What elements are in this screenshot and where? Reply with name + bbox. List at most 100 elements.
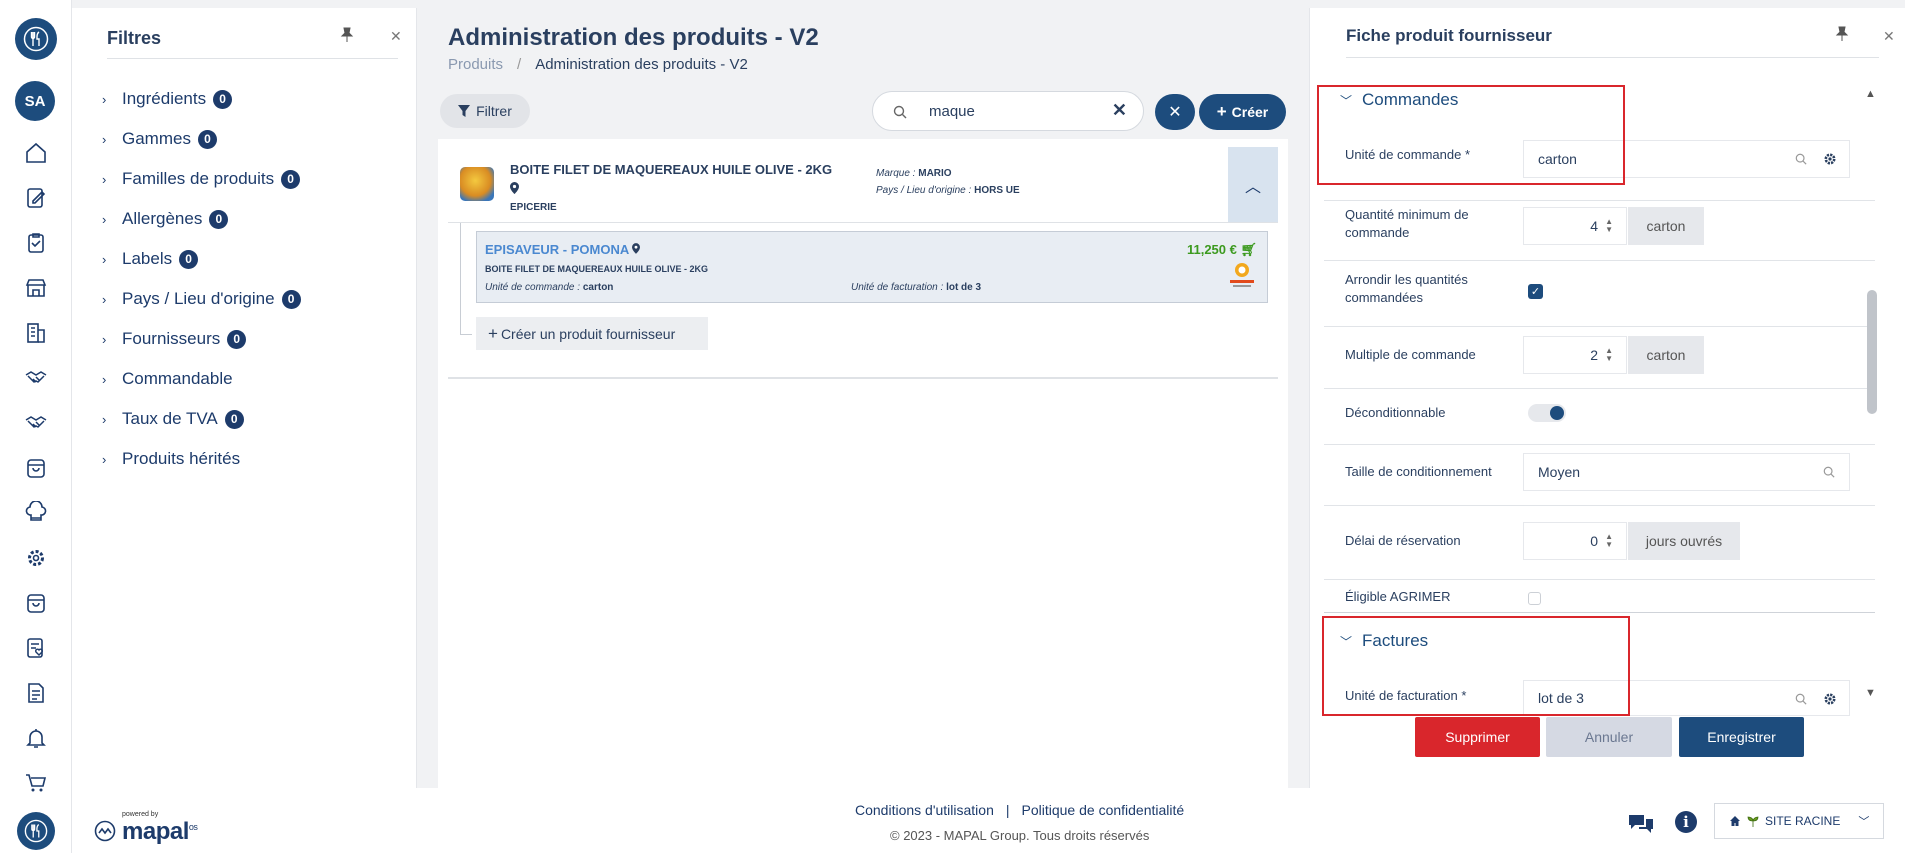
clear-search-icon[interactable]: ✕ [1112, 100, 1127, 121]
count-badge: 0 [224, 409, 244, 429]
fork-knife-icon [23, 26, 49, 52]
billing-unit-info: Unité de facturation : lot de 3 [851, 282, 982, 293]
create-button[interactable]: + Créer [1199, 94, 1286, 130]
search-box[interactable]: maque ✕ [872, 91, 1144, 131]
gear-icon[interactable] [1823, 692, 1837, 706]
divider [1324, 505, 1875, 506]
filter-item[interactable]: › Taux de TVA 0 [102, 409, 244, 429]
pack-size-field[interactable]: Moyen [1523, 453, 1850, 491]
privacy-link[interactable]: Politique de confidentialité [1022, 802, 1185, 818]
check-icon: ✓ [1530, 286, 1541, 298]
handshake-icon[interactable] [24, 411, 48, 435]
scrollbar-thumb[interactable] [1867, 290, 1877, 414]
stepper-arrows-icon[interactable]: ▲ ▼ [1605, 533, 1613, 549]
chevron-right-icon: › [102, 291, 107, 307]
document-icon[interactable] [24, 681, 48, 705]
gear-icon[interactable] [24, 546, 48, 570]
chef-hat-icon[interactable] [24, 501, 48, 525]
divider [1324, 579, 1875, 580]
list-heart-icon[interactable] [24, 636, 48, 660]
breadcrumb-root[interactable]: Produits [448, 56, 503, 73]
filter-item[interactable]: › Gammes 0 [102, 129, 217, 149]
location-pin-icon [510, 182, 519, 194]
round-qty-checkbox[interactable]: ✓ [1528, 284, 1543, 299]
create-button-label: Créer [1231, 104, 1269, 120]
gear-icon[interactable] [1823, 152, 1837, 166]
app-logo[interactable] [15, 18, 57, 60]
count-badge: 0 [197, 129, 217, 149]
supplier-product-name: BOITE FILET DE MAQUEREAUX HUILE OLIVE - … [485, 264, 709, 274]
filter-item[interactable]: › Pays / Lieu d'origine 0 [102, 289, 301, 309]
delete-button[interactable]: Supprimer [1415, 717, 1540, 757]
terms-link[interactable]: Conditions d'utilisation [855, 802, 994, 818]
supplier-name[interactable]: EPISAVEUR - POMONA [485, 242, 641, 257]
search-icon[interactable] [1795, 153, 1807, 165]
filter-item[interactable]: › Commandable [102, 369, 233, 389]
filter-item[interactable]: › Allergènes 0 [102, 209, 229, 229]
booking-delay-input[interactable]: 0 ▲ ▼ [1523, 522, 1627, 560]
divider [1324, 326, 1875, 327]
store-icon[interactable] [24, 276, 48, 300]
filter-item[interactable]: › Produits hérités [102, 449, 240, 469]
filter-item-label: Fournisseurs [122, 329, 221, 348]
product-row[interactable]: BOITE FILET DE MAQUEREAUX HUILE OLIVE - … [448, 147, 1278, 223]
filters-title: Filtres [107, 28, 162, 48]
stepper-arrows-icon[interactable]: ▲ ▼ [1605, 347, 1613, 363]
bell-icon[interactable] [24, 726, 48, 750]
basket-icon[interactable] [24, 591, 48, 615]
multiple-input[interactable]: 2 ▲ ▼ [1523, 336, 1627, 374]
filters-panel: Filtres ✕ › Ingrédients 0 › Gammes 0 › Familles… [72, 8, 417, 788]
filter-item[interactable]: › Fournisseurs 0 [102, 329, 247, 349]
building-icon[interactable] [24, 321, 48, 345]
scroll-down-icon[interactable]: ▼ [1865, 687, 1876, 699]
info-icon[interactable]: i [1675, 811, 1697, 833]
chat-icon[interactable] [1627, 813, 1655, 835]
collapse-button[interactable]: ︿ [1228, 147, 1278, 222]
min-qty-unit: carton [1628, 207, 1704, 245]
filter-item[interactable]: › Familles de produits 0 [102, 169, 301, 189]
handshake-icon[interactable] [24, 366, 48, 390]
search-icon[interactable] [1795, 693, 1807, 705]
close-icon[interactable]: ✕ [1883, 28, 1895, 45]
divider [1324, 444, 1875, 445]
filter-item[interactable]: › Ingrédients 0 [102, 89, 233, 109]
site-selector[interactable]: SITE RACINE ﹀ [1714, 803, 1884, 839]
edit-icon[interactable] [24, 186, 48, 210]
filter-button[interactable]: Filtrer [440, 94, 530, 128]
app-logo-bottom[interactable] [17, 812, 55, 850]
deconditionable-toggle[interactable] [1528, 404, 1566, 422]
search-input[interactable]: maque [929, 103, 975, 120]
home-icon[interactable] [24, 141, 48, 165]
reset-button[interactable]: ✕ [1155, 94, 1195, 130]
filter-item-label: Pays / Lieu d'origine [122, 289, 275, 308]
brand-logo: mapalos [122, 818, 198, 845]
pack-size-label: Taille de conditionnement [1345, 464, 1492, 479]
sheet-scrollbar[interactable]: ▲ ▼ [1865, 88, 1879, 702]
avatar[interactable]: SA [15, 81, 55, 121]
min-qty-input[interactable]: 4 ▲ ▼ [1523, 207, 1627, 245]
bag-icon[interactable] [24, 456, 48, 480]
cart-icon[interactable] [24, 771, 48, 795]
search-icon[interactable] [1823, 466, 1835, 478]
agrimer-checkbox[interactable] [1528, 592, 1541, 605]
pin-icon[interactable] [339, 27, 355, 43]
stepper-arrows-icon[interactable]: ▲ ▼ [1605, 218, 1613, 234]
highlight-orders [1317, 85, 1625, 185]
filter-item-label: Familles de produits [122, 169, 275, 188]
filter-item[interactable]: › Labels 0 [102, 249, 199, 269]
supplier-product-row[interactable]: EPISAVEUR - POMONA BOITE FILET DE MAQUER… [476, 231, 1268, 303]
pin-icon[interactable] [1834, 26, 1850, 42]
supplier-price: 11,250 € 🛒︎ [1186, 242, 1257, 257]
chevron-right-icon: › [102, 371, 107, 387]
chevron-right-icon: › [102, 211, 107, 227]
divider [1324, 388, 1875, 389]
clipboard-icon[interactable] [24, 231, 48, 255]
footer-links: Conditions d'utilisation | Politique de co… [855, 802, 1184, 818]
save-button[interactable]: Enregistrer [1679, 717, 1804, 757]
agrimer-label: Éligible AGRIMER [1345, 589, 1451, 604]
add-supplier-product-button[interactable]: + Créer un produit fournisseur [476, 317, 708, 350]
scroll-up-icon[interactable]: ▲ [1865, 88, 1876, 100]
divider [1324, 260, 1875, 261]
close-icon[interactable]: ✕ [390, 28, 402, 45]
cancel-button[interactable]: Annuler [1546, 717, 1672, 757]
